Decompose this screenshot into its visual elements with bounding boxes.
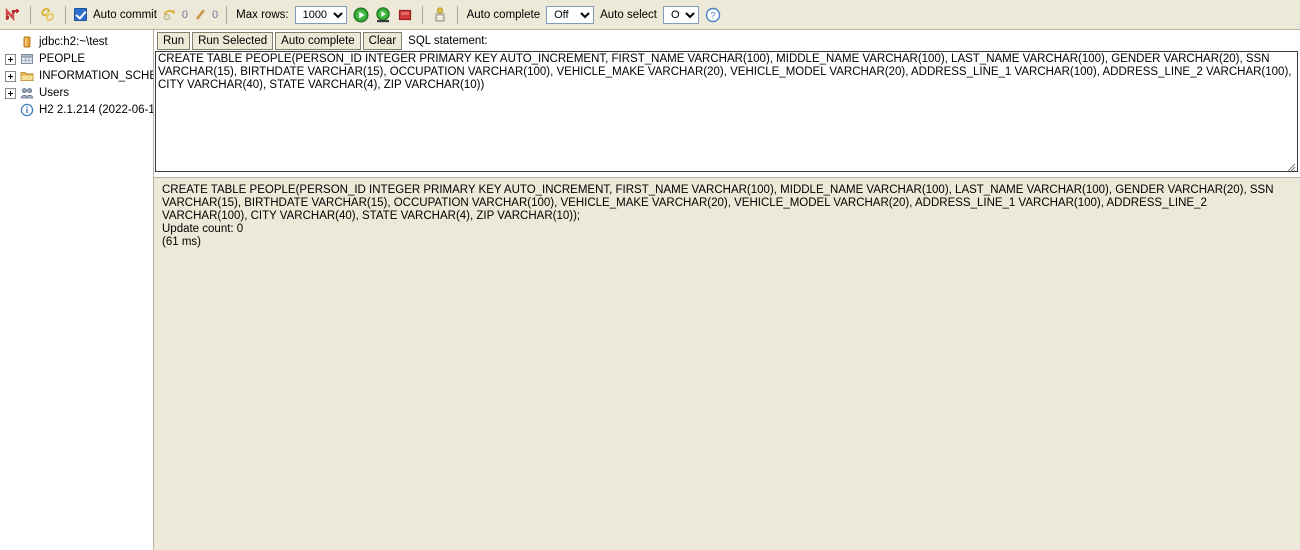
auto-complete-label: Auto complete — [466, 8, 541, 21]
folder-icon — [20, 69, 34, 83]
stop-icon[interactable] — [396, 6, 414, 24]
tree-item-users[interactable]: Users — [3, 86, 153, 100]
toolbar-separator-4 — [421, 5, 423, 24]
toolbar: Auto commit 0 0 Max rows: 1000 Auto comp… — [0, 0, 1300, 30]
auto-complete-select[interactable]: Off — [546, 5, 595, 24]
main-area: jdbc:h2:~\test PEOPLE INFORMATION_SCH Us… — [0, 30, 1300, 550]
tree-item-people[interactable]: PEOPLE — [3, 52, 153, 66]
database-icon — [20, 35, 34, 49]
auto-commit-mode-icon[interactable] — [431, 6, 449, 24]
sql-statement-label: SQL statement: — [408, 35, 488, 47]
tree-item-version[interactable]: H2 2.1.214 (2022-06-13) — [3, 103, 153, 117]
commit-count: 0 — [181, 8, 189, 21]
toolbar-separator-5 — [456, 5, 458, 24]
toolbar-separator-3 — [226, 5, 228, 24]
auto-commit-checkbox[interactable] — [74, 8, 87, 21]
tree-item-label: Users — [39, 86, 70, 99]
auto-select-select[interactable]: On — [663, 5, 699, 24]
table-icon — [20, 52, 34, 66]
expand-toggle-users[interactable] — [5, 87, 16, 99]
toolbar-separator-2 — [65, 5, 66, 24]
tree-item-information-schema[interactable]: INFORMATION_SCHEMA — [3, 69, 153, 83]
toolbar-separator-1 — [30, 5, 31, 24]
result-timing: (61 ms) — [162, 236, 201, 248]
sql-input[interactable] — [155, 51, 1298, 172]
tree-item-label: PEOPLE — [39, 52, 86, 65]
svg-text:?: ? — [710, 10, 715, 21]
expand-toggle-people[interactable] — [5, 53, 16, 65]
run-icon[interactable] — [352, 6, 370, 24]
tree-item-label: H2 2.1.214 (2022-06-13) — [39, 103, 154, 116]
sql-pane: Run Run Selected Auto complete Clear SQL… — [154, 30, 1300, 550]
tree-item-connection[interactable]: jdbc:h2:~\test — [3, 35, 153, 49]
auto-complete-button[interactable]: Auto complete — [275, 32, 361, 50]
max-rows-label: Max rows: — [236, 8, 289, 21]
database-tree: jdbc:h2:~\test PEOPLE INFORMATION_SCH Us… — [0, 30, 154, 550]
expand-toggle-information-schema[interactable] — [5, 70, 16, 82]
auto-select-label: Auto select — [600, 8, 657, 21]
run-selected-button[interactable]: Run Selected — [192, 32, 274, 50]
clear-button[interactable]: Clear — [362, 32, 403, 50]
sql-button-bar: Run Run Selected Auto complete Clear SQL… — [154, 30, 1300, 51]
commit-icon[interactable] — [162, 6, 180, 24]
run-selected-icon[interactable] — [374, 6, 392, 24]
reconnect-icon[interactable] — [39, 6, 57, 24]
run-button[interactable]: Run — [157, 32, 191, 50]
sql-editor-wrapper — [154, 51, 1300, 175]
auto-commit-label: Auto commit — [93, 8, 157, 21]
rollback-count: 0 — [212, 8, 219, 21]
result-update-count: Update count: 0 — [162, 223, 244, 235]
info-icon — [20, 103, 34, 117]
max-rows-select[interactable]: 1000 — [294, 5, 347, 24]
disconnect-icon[interactable] — [4, 6, 22, 24]
result-echoed-sql: CREATE TABLE PEOPLE(PERSON_ID INTEGER PR… — [162, 184, 1277, 222]
result-panel: CREATE TABLE PEOPLE(PERSON_ID INTEGER PR… — [154, 178, 1300, 550]
rollback-icon[interactable] — [192, 6, 210, 24]
users-icon — [20, 86, 34, 100]
tree-item-label: INFORMATION_SCHEMA — [39, 69, 153, 82]
help-icon[interactable]: ? — [704, 6, 722, 24]
tree-item-label: jdbc:h2:~\test — [39, 35, 108, 48]
